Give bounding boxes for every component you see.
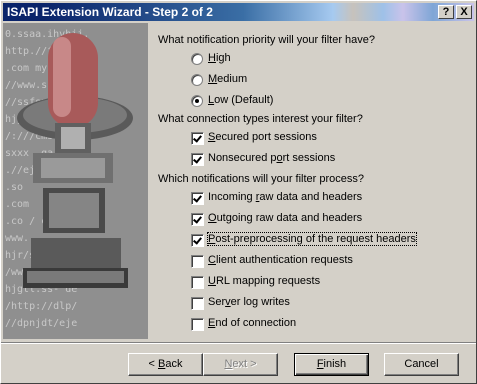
checkbox-box[interactable] <box>191 192 204 205</box>
back-button-label: < Back <box>148 358 183 370</box>
rubber-stamp-icon <box>17 33 133 288</box>
radio-indicator[interactable] <box>191 53 203 65</box>
checkbox-box[interactable] <box>191 213 204 226</box>
close-button[interactable]: X <box>456 5 472 19</box>
server-log-label: Server log writes <box>208 296 290 308</box>
priority-medium-label: Medium <box>208 73 248 85</box>
help-button[interactable]: ? <box>438 5 454 19</box>
priority-low-label: Low (Default) <box>208 94 274 106</box>
priority-high-label: High <box>208 52 231 64</box>
checkbox-box[interactable] <box>191 318 204 331</box>
finish-button-label: Finish <box>316 358 347 370</box>
back-button[interactable]: < Back <box>128 353 203 376</box>
connection-question: What connection types interest your filt… <box>158 113 363 125</box>
checkbox-box[interactable] <box>191 297 204 310</box>
priority-question: What notification priority will your fil… <box>158 34 376 46</box>
checkbox-box[interactable] <box>191 255 204 268</box>
checkbox-box[interactable] <box>191 234 204 247</box>
incoming-raw-label: Incoming raw data and headers <box>208 191 363 203</box>
radio-indicator-selected[interactable] <box>191 95 203 107</box>
checkbox-box[interactable] <box>191 132 204 145</box>
end-connection-label: End of connection <box>208 317 297 329</box>
window-title: ISAPI Extension Wizard - Step 2 of 2 <box>7 5 213 19</box>
title-bar[interactable]: ISAPI Extension Wizard - Step 2 of 2 ? X <box>3 3 474 21</box>
post-preprocessing-label: Post-preprocessing of the request header… <box>207 232 417 246</box>
wizard-illustration: 0.ssaa.ihvhjj. http.//fp.host .com my//www… <box>3 23 148 339</box>
button-divider <box>1 342 476 344</box>
secured-port-label: Secured port sessions <box>208 131 317 143</box>
client-auth-label: Client authentication requests <box>208 254 353 266</box>
outgoing-raw-label: Outgoing raw data and headers <box>208 212 363 224</box>
finish-button[interactable]: Finish <box>294 353 369 376</box>
cancel-button[interactable]: Cancel <box>384 353 459 376</box>
url-mapping-label: URL mapping requests <box>208 275 321 287</box>
next-button-label: Next > <box>224 358 257 370</box>
wizard-window: ISAPI Extension Wizard - Step 2 of 2 ? X… <box>0 0 477 384</box>
checkbox-box[interactable] <box>191 153 204 166</box>
next-button: Next > <box>203 353 278 376</box>
notifications-question: Which notifications will your filter pro… <box>158 173 365 185</box>
checkbox-box[interactable] <box>191 276 204 289</box>
radio-indicator[interactable] <box>191 74 203 86</box>
nonsecured-port-label: Nonsecured port sessions <box>208 152 336 164</box>
